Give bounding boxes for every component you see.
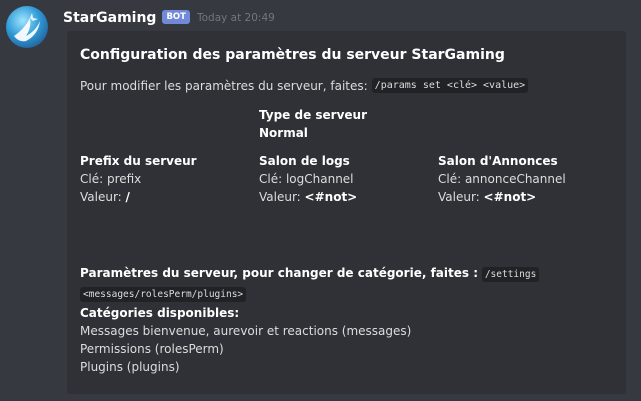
category-item: Messages bienvenue, aurevoir et reaction… <box>80 324 412 338</box>
field-value-line: Valeur: <#not> <box>438 188 566 206</box>
field-value: Normal <box>259 126 308 140</box>
settings-section: Paramètres du serveur, pour changer de c… <box>80 264 610 376</box>
field-key: Clé: prefix <box>80 172 142 186</box>
message-header: StarGaming BOT Today at 20:49 <box>63 7 275 29</box>
field-key: Clé: annonceChannel <box>438 172 566 186</box>
description-text: Pour modifier les paramètres du serveur,… <box>80 78 368 93</box>
field-value-line: Valeur: <#not> <box>259 188 357 206</box>
description-code: /params set <clé> <value> <box>371 78 529 93</box>
settings-heading: Paramètres du serveur, pour changer de c… <box>80 264 610 284</box>
embed-description: Pour modifier les paramètres du serveur,… <box>80 78 529 93</box>
settings-args-code: <messages/rolesPerm/plugins> <box>80 287 247 302</box>
category-item: Permissions (rolesPerm) <box>80 342 224 356</box>
settings-command-code: /settings <box>481 267 540 282</box>
value-label: Valeur: <box>438 190 480 204</box>
field-name: Type de serveur <box>259 108 368 122</box>
embed: Configuration des paramètres du serveur … <box>67 31 626 394</box>
field-prefix: Prefix du serveur Clé: prefix Valeur: / <box>80 152 197 206</box>
embed-title: Configuration des paramètres du serveur … <box>80 47 505 63</box>
username[interactable]: StarGaming <box>63 10 156 26</box>
value-label: Valeur: <box>259 190 301 204</box>
field-log-channel: Salon de logs Clé: logChannel Valeur: <#… <box>259 152 357 206</box>
timestamp: Today at 20:49 <box>196 12 275 24</box>
value-label: Valeur: <box>80 190 122 204</box>
category-item: Plugins (plugins) <box>80 360 180 374</box>
settings-name: Paramètres du serveur, pour changer de c… <box>80 266 478 280</box>
field-key: Clé: logChannel <box>259 172 354 186</box>
field-name: Prefix du serveur <box>80 154 197 168</box>
field-value: / <box>125 190 130 204</box>
bot-message: StarGaming BOT Today at 20:49 Configurat… <box>0 0 641 401</box>
field-server-type: Type de serveur Normal <box>259 106 367 142</box>
categories-title: Catégories disponibles: <box>80 306 240 320</box>
field-value: <#not> <box>304 190 358 204</box>
field-value-line: Valeur: / <box>80 188 197 206</box>
field-announce-channel: Salon d'Annonces Clé: annonceChannel Val… <box>438 152 566 206</box>
avatar[interactable] <box>6 6 48 48</box>
settings-args-line: <messages/rolesPerm/plugins> <box>80 284 610 304</box>
field-value: <#not> <box>483 190 537 204</box>
bot-badge: BOT <box>162 10 190 24</box>
field-name: Salon de logs <box>259 154 350 168</box>
star-logo-icon <box>14 13 40 42</box>
field-name: Salon d'Annonces <box>438 154 558 168</box>
